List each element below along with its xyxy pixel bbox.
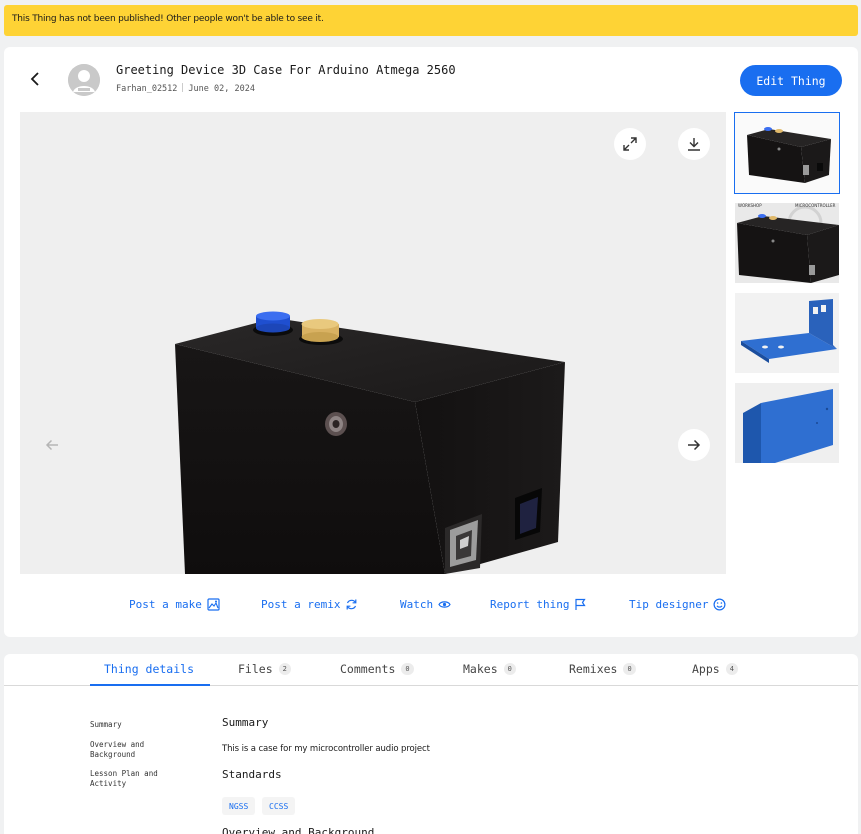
fullscreen-button[interactable] bbox=[614, 128, 646, 160]
tab-apps[interactable]: Apps 4 bbox=[692, 662, 738, 676]
tip-designer-label: Tip designer bbox=[629, 598, 709, 611]
previous-image-button[interactable] bbox=[40, 434, 64, 456]
arrow-right-icon bbox=[688, 439, 701, 451]
image-icon bbox=[207, 598, 220, 611]
arrow-left-icon bbox=[45, 439, 58, 451]
report-thing-label: Report thing bbox=[490, 598, 570, 611]
tab-count: 4 bbox=[725, 663, 738, 675]
refresh-icon bbox=[347, 599, 357, 610]
standards-heading: Standards bbox=[222, 768, 282, 781]
toc-item-summary[interactable]: Summary bbox=[90, 720, 122, 730]
standard-tag-ccss[interactable]: CCSS bbox=[262, 797, 296, 815]
thumbnail-image bbox=[735, 113, 839, 193]
tab-count: 0 bbox=[503, 663, 516, 675]
publish-date: June 02, 2024 bbox=[188, 84, 255, 94]
toc-label-line: Lesson Plan and bbox=[90, 769, 158, 778]
toc-label-line: Overview and bbox=[90, 740, 145, 749]
eye-icon bbox=[438, 601, 451, 608]
smile-icon bbox=[713, 598, 726, 611]
thumbnail-black-case-front[interactable] bbox=[734, 112, 840, 194]
toc-item-lesson-plan[interactable]: Lesson Plan and Activity bbox=[90, 769, 158, 789]
tab-files[interactable]: Files 2 bbox=[238, 662, 291, 676]
thumb-caption-left: WORKSHOP bbox=[738, 203, 762, 208]
chevron-left-icon bbox=[30, 72, 39, 86]
tab-label: Makes bbox=[463, 662, 498, 676]
toc-item-overview[interactable]: Overview and Background bbox=[90, 740, 144, 760]
download-icon bbox=[688, 138, 700, 151]
standard-tag-ngss[interactable]: NGSS bbox=[222, 797, 256, 815]
post-remix-button[interactable]: Post a remix bbox=[261, 598, 358, 611]
meta-divider bbox=[182, 83, 184, 92]
tab-thing-details[interactable]: Thing details bbox=[104, 662, 194, 676]
active-tab-indicator bbox=[90, 684, 210, 686]
next-image-button[interactable] bbox=[678, 429, 710, 461]
edit-thing-button[interactable]: Edit Thing bbox=[740, 65, 842, 96]
tab-count: 0 bbox=[623, 663, 636, 675]
thumbnail-black-case-workshop[interactable]: WORKSHOP MICROCONTROLLER bbox=[735, 203, 839, 283]
thumbnail-image bbox=[735, 383, 839, 463]
tab-makes[interactable]: Makes 0 bbox=[463, 662, 516, 676]
tab-label: Comments bbox=[340, 662, 396, 676]
tab-label: Files bbox=[238, 662, 273, 676]
user-icon bbox=[68, 64, 100, 96]
unpublished-banner: This Thing has not been published! Other… bbox=[4, 5, 858, 36]
expand-icon bbox=[623, 137, 637, 151]
main-product-image bbox=[175, 311, 565, 574]
post-remix-label: Post a remix bbox=[261, 598, 341, 611]
toc-label-line: Background bbox=[90, 750, 136, 759]
tab-remixes[interactable]: Remixes 0 bbox=[569, 662, 636, 676]
tab-count: 0 bbox=[401, 663, 414, 675]
tab-label: Remixes bbox=[569, 662, 618, 676]
unpublished-banner-text: This Thing has not been published! Other… bbox=[12, 14, 324, 24]
toc-label: Summary bbox=[90, 720, 122, 729]
thing-meta: Farhan_02512 June 02, 2024 bbox=[116, 83, 255, 94]
thing-title: Greeting Device 3D Case For Arduino Atme… bbox=[116, 63, 456, 77]
thumbnail-image bbox=[735, 293, 839, 373]
watch-button[interactable]: Watch bbox=[400, 598, 451, 611]
thumbnail-image: WORKSHOP MICROCONTROLLER bbox=[735, 203, 839, 283]
author-link[interactable]: Farhan_02512 bbox=[116, 84, 177, 94]
summary-text: This is a case for my microcontroller au… bbox=[222, 744, 430, 754]
thumbnail-blue-panel-side[interactable] bbox=[735, 383, 839, 463]
tip-designer-button[interactable]: Tip designer bbox=[629, 598, 726, 611]
download-button[interactable] bbox=[678, 128, 710, 160]
post-make-button[interactable]: Post a make bbox=[129, 598, 220, 611]
post-make-label: Post a make bbox=[129, 598, 202, 611]
tab-label: Apps bbox=[692, 662, 720, 676]
flag-icon bbox=[575, 598, 587, 610]
image-viewer[interactable] bbox=[20, 112, 726, 574]
tab-count: 2 bbox=[278, 663, 291, 675]
tab-label: Thing details bbox=[104, 662, 195, 676]
summary-heading: Summary bbox=[222, 716, 269, 729]
thumbnail-blue-panel-top[interactable] bbox=[735, 293, 839, 373]
toc-label-line: Activity bbox=[90, 779, 127, 788]
avatar[interactable] bbox=[68, 64, 100, 96]
back-button[interactable] bbox=[25, 68, 47, 90]
tab-comments[interactable]: Comments 0 bbox=[340, 662, 414, 676]
watch-label: Watch bbox=[400, 598, 434, 611]
thumb-caption-right: MICROCONTROLLER bbox=[795, 203, 836, 208]
report-thing-button[interactable]: Report thing bbox=[490, 598, 587, 611]
overview-heading: Overview and Background bbox=[222, 826, 375, 834]
